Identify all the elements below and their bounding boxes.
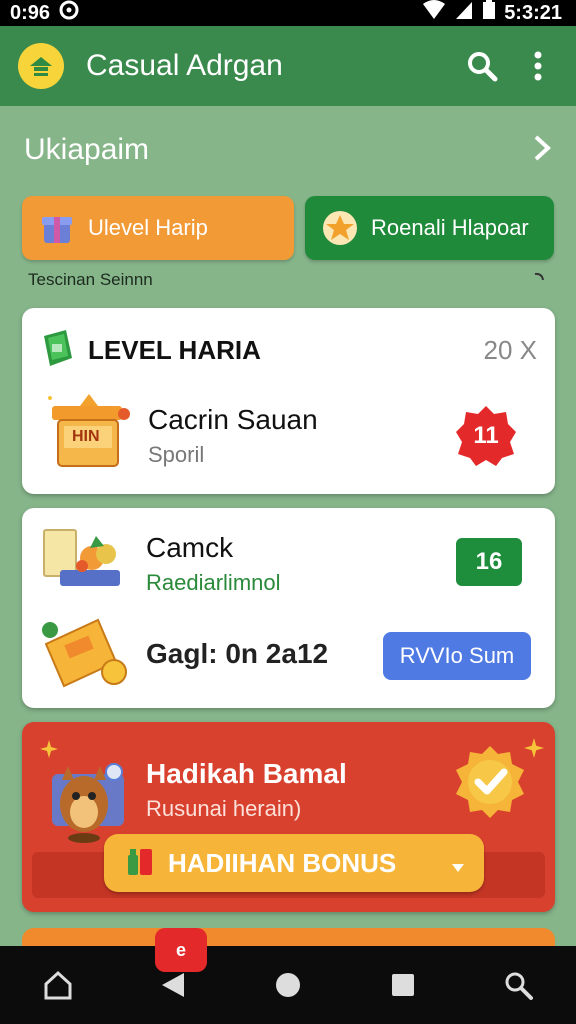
tab-level-harip[interactable]: Ulevel Harip (22, 196, 294, 260)
status-bar: 0:96 5:3:21 (0, 0, 576, 26)
caret-down-icon (452, 848, 464, 879)
status-clock: 5:3:21 (504, 1, 562, 24)
tab-roenali-hlapoar[interactable]: Roenali Hlapoar (305, 196, 554, 260)
count-badge: 16 (456, 538, 522, 586)
subtitle-row: Tescinan Seinnn (28, 270, 546, 290)
app-title: Casual Adrgan (86, 49, 283, 82)
stall-sign: HIN (72, 428, 100, 445)
section-title: Ukiapaim (24, 133, 150, 166)
notification-icon (58, 0, 80, 27)
home-logo-icon[interactable] (18, 43, 64, 89)
trophy-icon (321, 209, 359, 247)
home-icon[interactable] (30, 957, 86, 1013)
date-label: Gagl: 0n 2a12 (146, 638, 329, 669)
check-medal-icon (452, 744, 528, 825)
bonus-button[interactable]: HADIIHAN BONUS (104, 834, 484, 892)
item-title: Cacrin Sauan (148, 404, 318, 435)
lunchbox-icon (40, 526, 126, 597)
level-card-header: LEVEL HARIA 20 X (40, 328, 537, 373)
subtitle-text: Tescinan Seinnn (28, 270, 153, 289)
gift-box-icon (38, 209, 76, 247)
bonus-button-label: HADIIHAN BONUS (168, 847, 397, 878)
item-subtitle: Raediarlimnol (146, 570, 281, 595)
more-vert-icon[interactable] (518, 46, 558, 86)
item-subtitle: Sporil (148, 442, 205, 467)
bonus-card: Hadikah Bamal Rusunai herain) HADIIHAN B… (22, 722, 555, 912)
notification-badge[interactable]: e (155, 928, 207, 972)
section-header[interactable]: Ukiapaim (24, 128, 552, 172)
battery-icon (482, 0, 496, 26)
rewards-card: Camck Raediarlimnol 16 Gagl: 0n 2a12 RVV… (22, 508, 555, 708)
search-icon[interactable] (462, 46, 502, 86)
signal-icon (454, 0, 474, 26)
bonus-subtitle: Rusunai herain) (146, 796, 302, 821)
gift-bottles-icon (126, 843, 156, 884)
navigation-bar (0, 946, 576, 1024)
level-card: LEVEL HARIA 20 X HIN Cacrin Sauan Sporil… (22, 308, 555, 494)
wifi-icon (422, 0, 446, 26)
tab-label: Roenali Hlapoar (371, 215, 529, 240)
recents-icon[interactable] (375, 957, 431, 1013)
tab-label: Ulevel Harip (88, 215, 208, 240)
level-heading: LEVEL HARIA (88, 335, 261, 365)
search-nav-icon[interactable] (490, 957, 546, 1013)
ticket-icon (40, 328, 76, 373)
level-count: 20 X (483, 335, 538, 365)
claim-button[interactable]: RVVIo Sum (383, 632, 531, 680)
status-time: 0:96 (10, 1, 51, 24)
ticket-coin-icon (38, 614, 132, 695)
chevron-right-icon[interactable] (532, 134, 552, 167)
app-bar: Casual Adrgan (0, 26, 576, 106)
home-circle-icon[interactable] (260, 957, 316, 1013)
level-badge: 11 (454, 404, 518, 468)
refresh-icon[interactable] (532, 270, 546, 290)
bonus-title: Hadikah Bamal (146, 758, 347, 789)
item-title: Camck (146, 532, 234, 563)
sparkle-icon (524, 738, 544, 763)
